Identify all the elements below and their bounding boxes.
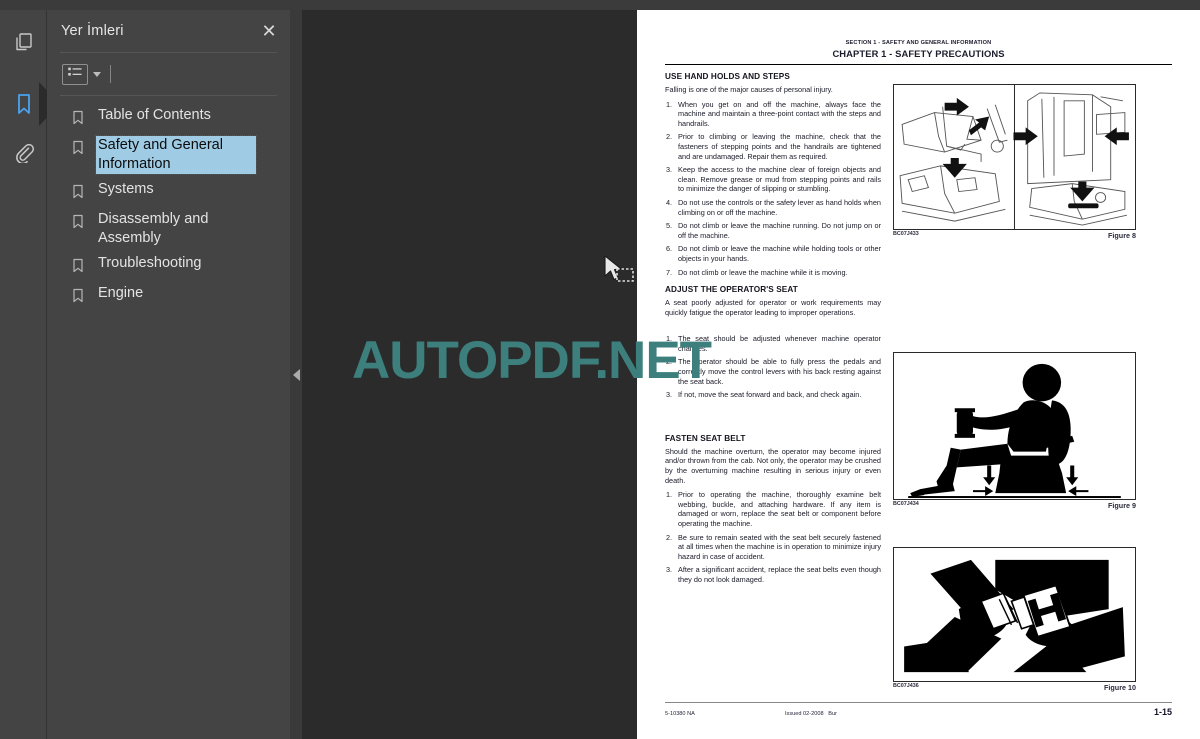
pdf-viewer-window: Yer İmleri ✕ Table of Contents Safety an… (0, 0, 1200, 739)
list-item: 1. When you get on and off the machine, a… (666, 99, 881, 128)
figure-code: BC07J436 (893, 683, 919, 689)
pages-thumbnail-icon-button[interactable] (0, 18, 47, 66)
bookmarks-icon (14, 92, 34, 116)
list-item: 3. After a significant accident, replace … (666, 565, 881, 584)
figure-10-caption: BC07J436 Figure 10 (893, 683, 1136, 692)
footer-page-number: 1-15 (1153, 707, 1172, 717)
page-footer: 5-10380 NA Issued 02-2008 Bur 1-15 (665, 702, 1172, 717)
window-top-strip (0, 0, 1200, 10)
section-title: USE HAND HOLDS AND STEPS (665, 72, 790, 81)
bookmark-list: Table of Contents Safety and General Inf… (47, 96, 290, 311)
bookmark-item-label: Disassembly and Assembly (98, 211, 209, 246)
bookmark-icon (72, 136, 86, 160)
figure-code: BC07J434 (893, 501, 919, 507)
bookmark-icon (72, 254, 86, 278)
bookmark-icon (72, 210, 86, 234)
footer-doc-code: 5-10380 NA (665, 711, 695, 717)
figure-9: BC07J434 Figure 9 (893, 352, 1136, 510)
bookmark-item-label: Safety and General Information (95, 135, 257, 175)
bookmark-item-troubleshooting[interactable]: Troubleshooting (47, 251, 290, 281)
list-item: 1. Prior to operating the machine, thorou… (666, 490, 881, 528)
watermark: AUTOPDF.NET (352, 331, 712, 390)
bookmark-options-button[interactable] (62, 63, 88, 85)
figure-8-image (893, 84, 1136, 230)
list-item: 6. Do not climb or leave the machine whil… (666, 244, 881, 263)
figure-8: BC07J433 Figure 8 (893, 84, 1136, 240)
sidebar-icon-rail (0, 10, 48, 739)
figure-9-caption: BC07J434 Figure 9 (893, 501, 1136, 510)
list-item: 2. Be sure to remain seated with the seat… (666, 532, 881, 561)
figure-column: BC07J433 Figure 8 BC07J434 Figure 9 BC07… (893, 72, 1136, 694)
bookmarks-panel-header: Yer İmleri ✕ (47, 10, 290, 52)
bookmark-item-table-of-contents[interactable]: Table of Contents (47, 103, 290, 133)
section-lead: Falling is one of the major causes of pe… (665, 85, 833, 94)
bookmark-item-engine[interactable]: Engine (47, 281, 290, 311)
footer-author: Bur (828, 711, 837, 717)
bookmark-item-label: Table of Contents (98, 107, 211, 123)
figure-9-image (893, 352, 1136, 500)
section-steps: 1. When you get on and off the machine, a… (665, 100, 881, 278)
header-rule (665, 64, 1172, 65)
section-steps: 1. Prior to operating the machine, thorou… (665, 490, 881, 584)
document-chapter-label: CHAPTER 1 - SAFETY PRECAUTIONS (832, 48, 1005, 59)
list-item: 3. If not, move the seat forward and back… (666, 390, 862, 400)
figure-code: BC07J433 (893, 231, 919, 237)
list-item: 7. Do not climb or leave the machine whil… (666, 267, 848, 277)
attachments-icon (13, 141, 35, 163)
figure-10: BC07J436 Figure 10 (893, 547, 1136, 692)
mouse-cursor (601, 254, 635, 293)
section-title: ADJUST THE OPERATOR'S SEAT (665, 285, 798, 295)
list-item: 3. Keep the access to the machine clear o… (666, 165, 881, 194)
document-header: SECTION 1 - SAFETY AND GENERAL INFORMATI… (665, 40, 1172, 59)
figure-label: Figure 9 (1108, 501, 1136, 510)
bookmarks-panel: Yer İmleri ✕ Table of Contents Safety an… (47, 10, 290, 739)
footer-issued-date: Issued 02-2008 (785, 711, 824, 717)
bookmark-item-label: Troubleshooting (98, 255, 202, 271)
pages-thumbnail-icon (13, 31, 35, 53)
bookmark-item-safety-and-general-information[interactable]: Safety and General Information (47, 133, 290, 177)
figure-label: Figure 8 (1108, 231, 1136, 240)
bookmark-item-systems[interactable]: Systems (47, 177, 290, 207)
footer-rule (665, 702, 1172, 703)
bookmarks-panel-title: Yer İmleri (61, 23, 124, 39)
bookmark-icon (72, 284, 86, 308)
chevron-down-icon[interactable] (93, 71, 101, 77)
section-lead: A seat poorly adjusted for operator or w… (665, 298, 881, 317)
close-icon[interactable]: ✕ (258, 20, 280, 42)
list-view-icon (67, 65, 83, 83)
figure-10-image (893, 547, 1136, 682)
bookmark-item-disassembly-and-assembly[interactable]: Disassembly and Assembly (47, 207, 290, 251)
chevron-left-icon (292, 368, 300, 381)
list-item: 2. Prior to climbing or leaving the machi… (666, 132, 881, 161)
bookmark-icon (72, 106, 86, 130)
pdf-page: SECTION 1 - SAFETY AND GENERAL INFORMATI… (637, 10, 1200, 739)
bookmark-item-label: Systems (98, 181, 154, 197)
document-section-label: SECTION 1 - SAFETY AND GENERAL INFORMATI… (845, 40, 992, 46)
page-columns: USE HAND HOLDS AND STEPS Falling is one … (665, 72, 1172, 694)
bookmark-item-label: Engine (98, 285, 144, 301)
list-item: 4. Do not use the controls or the safety … (666, 197, 881, 217)
bookmarks-panel-toolbar (47, 53, 290, 95)
figure-label: Figure 10 (1104, 683, 1136, 692)
list-item: 5. Do not climb or leave the machine runn… (666, 221, 881, 240)
section-lead: Should the machine overturn, the operato… (665, 446, 881, 485)
figure-8-caption: BC07J433 Figure 8 (893, 231, 1136, 240)
sidebar-collapse-handle[interactable] (290, 10, 302, 739)
bookmark-icon (72, 180, 86, 204)
section-title: FASTEN SEAT BELT (665, 433, 746, 443)
attachments-icon-button[interactable] (0, 128, 47, 176)
toolbar-separator (110, 65, 111, 83)
